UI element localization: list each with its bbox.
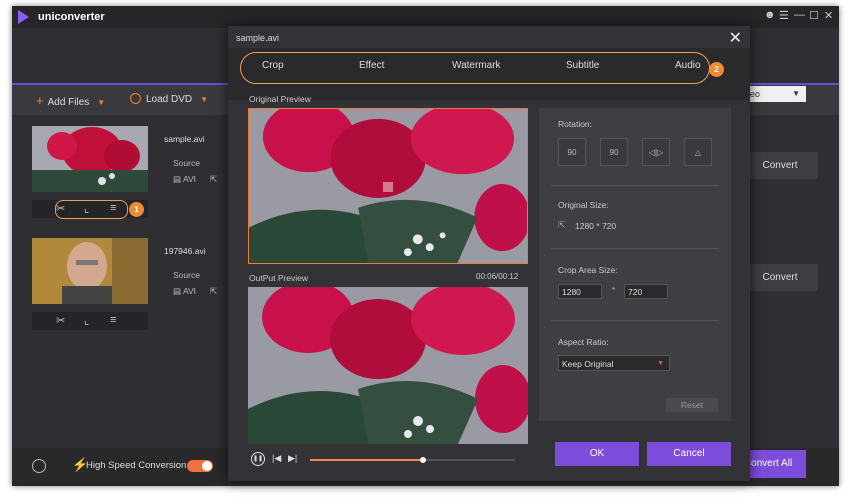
- format-label: ▤ AVI ⇱: [173, 174, 217, 185]
- dialog-title: sample.avi: [236, 33, 280, 43]
- original-preview-label: Original Preview: [249, 94, 311, 104]
- next-icon[interactable]: ▶|: [288, 453, 297, 464]
- crop-height-input[interactable]: 720: [624, 284, 668, 299]
- title-bar: uniconverter ☻ ☰ — ☐ ✕: [12, 6, 839, 28]
- chevron-down-icon[interactable]: ▼: [200, 95, 208, 104]
- rotation-label: Rotation:: [558, 119, 593, 129]
- play-pause-icon[interactable]: ❚❚: [251, 452, 265, 466]
- file-name: 197946.avi: [164, 246, 206, 256]
- convert-button[interactable]: Convert: [742, 264, 818, 291]
- toggle-knob: [202, 461, 212, 471]
- prev-icon[interactable]: |◀: [272, 453, 281, 464]
- crop-area-label: Crop Area Size:: [558, 265, 618, 275]
- chevron-down-icon: ▼: [657, 360, 664, 367]
- convert-button[interactable]: Convert: [742, 152, 818, 179]
- high-speed-label: High Speed Conversion: [86, 460, 187, 471]
- timecode: 00:06/00:12: [476, 272, 519, 281]
- source-label: Source: [173, 158, 200, 168]
- add-files-button[interactable]: + Add Files ▼: [36, 93, 105, 108]
- rotate-left-icon[interactable]: 90: [558, 138, 586, 166]
- disc-icon: [130, 93, 141, 104]
- maximize-icon[interactable]: ☐: [809, 9, 819, 22]
- edit-dialog: sample.avi ✕ Crop Effect Watermark Subti…: [228, 26, 750, 481]
- rotate-left-value: 90: [567, 148, 577, 157]
- aspect-ratio-value: Keep Original: [562, 359, 614, 369]
- callout-badge-2: 2: [709, 62, 724, 77]
- alarm-icon[interactable]: [32, 459, 46, 473]
- chevron-down-icon[interactable]: ▼: [97, 98, 105, 107]
- add-files-label: Add Files: [47, 97, 90, 108]
- flip-vertical-icon[interactable]: △: [684, 138, 712, 166]
- adjust-icon[interactable]: ≡: [110, 314, 116, 326]
- source-label: Source: [173, 270, 200, 280]
- seek-progress: [310, 459, 423, 461]
- plus-icon: +: [36, 93, 44, 108]
- format-value: AVI: [182, 286, 197, 296]
- video-thumbnail[interactable]: [32, 238, 148, 304]
- crop-handle[interactable]: [383, 182, 393, 192]
- close-icon[interactable]: ✕: [824, 9, 833, 22]
- high-speed-toggle[interactable]: [187, 460, 213, 472]
- expand-icon: ⇱: [210, 174, 218, 184]
- logo-icon: [18, 10, 29, 24]
- crop-settings-panel: Rotation: 90 90 ◁|▷ △ Original Size: ⇱ 1…: [539, 108, 731, 421]
- seek-bar[interactable]: [310, 457, 515, 463]
- reset-button[interactable]: Reset: [666, 398, 718, 412]
- output-preview-image: [248, 287, 528, 444]
- user-icon[interactable]: ☻: [764, 9, 776, 21]
- divider: [551, 320, 719, 321]
- tools-highlight: [55, 200, 128, 219]
- output-preview: [248, 287, 528, 444]
- cancel-button[interactable]: Cancel: [647, 442, 731, 466]
- load-dvd-button[interactable]: Load DVD ▼: [130, 93, 208, 105]
- rotate-right-value: 90: [609, 148, 619, 157]
- menu-icon[interactable]: ☰: [779, 9, 789, 22]
- expand-icon: ⇱: [210, 286, 218, 296]
- original-preview[interactable]: [248, 108, 528, 264]
- aspect-ratio-label: Aspect Ratio:: [558, 337, 609, 347]
- minimize-icon[interactable]: —: [794, 9, 805, 21]
- original-size-label: Original Size:: [558, 200, 609, 210]
- cut-icon[interactable]: ✂: [56, 314, 65, 327]
- thumbnail-toolbar: ✂ ⌞ ≡: [32, 312, 148, 330]
- format-value: AVI: [182, 174, 197, 184]
- original-size-value: 1280 * 720: [575, 221, 617, 231]
- crop-icon[interactable]: ⌞: [84, 314, 89, 327]
- crop-separator: *: [612, 286, 616, 295]
- crop-width-input[interactable]: 1280: [558, 284, 602, 299]
- size-icon: ⇱: [558, 220, 566, 230]
- video-thumbnail[interactable]: [32, 126, 148, 192]
- ok-button[interactable]: OK: [555, 442, 639, 466]
- file-name: sample.avi: [164, 134, 205, 144]
- seek-handle[interactable]: [419, 457, 426, 463]
- app-name: uniconverter: [38, 11, 105, 23]
- output-preview-label: OutPut Preview: [249, 273, 309, 283]
- tabs-highlight: [240, 52, 710, 84]
- close-icon[interactable]: ✕: [729, 28, 742, 48]
- callout-badge-1: 1: [129, 202, 144, 217]
- flip-horizontal-icon[interactable]: ◁|▷: [642, 138, 670, 166]
- rotate-right-icon[interactable]: 90: [600, 138, 628, 166]
- chevron-down-icon: ▼: [792, 89, 800, 98]
- film-icon: ▤: [173, 286, 183, 296]
- load-dvd-label: Load DVD: [146, 94, 193, 105]
- divider: [551, 185, 719, 186]
- film-icon: ▤: [173, 174, 183, 184]
- aspect-ratio-select[interactable]: Keep Original ▼: [558, 355, 670, 371]
- format-label: ▤ AVI ⇱: [173, 286, 217, 297]
- divider: [551, 248, 719, 249]
